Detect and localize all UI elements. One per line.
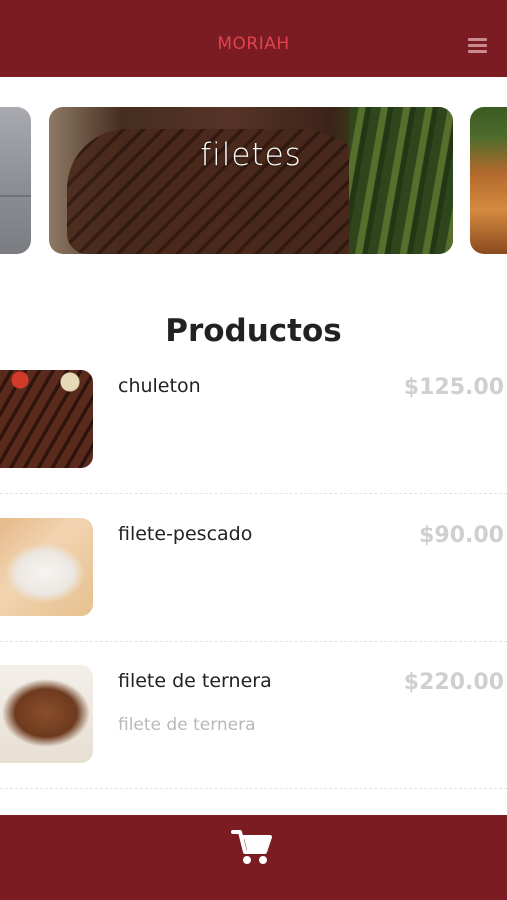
category-title: filetes <box>200 137 302 173</box>
product-price: $90.00 <box>419 523 504 548</box>
menu-line <box>468 44 487 47</box>
category-card-filetes[interactable]: filetes <box>49 107 453 254</box>
bottom-bar <box>0 815 507 900</box>
product-image <box>0 518 93 616</box>
product-price: $220.00 <box>403 670 504 695</box>
item-divider <box>0 641 507 642</box>
product-item[interactable]: chuleton $125.00 <box>0 370 507 510</box>
product-item[interactable]: filete de ternera $220.00 filete de tern… <box>0 665 507 805</box>
product-image <box>0 665 93 763</box>
products-heading: Productos <box>165 313 342 349</box>
item-divider <box>0 788 507 789</box>
product-name: filete de ternera <box>118 670 272 692</box>
product-name: chuleton <box>118 375 201 397</box>
hamburger-menu-icon[interactable] <box>468 38 487 54</box>
product-price: $125.00 <box>403 375 504 400</box>
category-card-next[interactable] <box>470 107 507 254</box>
product-item[interactable]: filete-pescado $90.00 <box>0 518 507 658</box>
shopping-cart-icon[interactable] <box>231 828 273 866</box>
top-app-bar: MORIAH <box>0 0 507 77</box>
app-title: MORIAH <box>217 34 290 54</box>
product-name: filete-pescado <box>118 523 253 545</box>
category-carousel[interactable]: filetes <box>0 107 507 255</box>
image-overlay <box>49 107 453 254</box>
menu-line <box>468 50 487 53</box>
item-divider <box>0 493 507 494</box>
product-description: filete de ternera <box>118 715 256 735</box>
menu-line <box>468 38 487 41</box>
category-card-previous[interactable] <box>0 107 31 254</box>
product-image <box>0 370 93 468</box>
